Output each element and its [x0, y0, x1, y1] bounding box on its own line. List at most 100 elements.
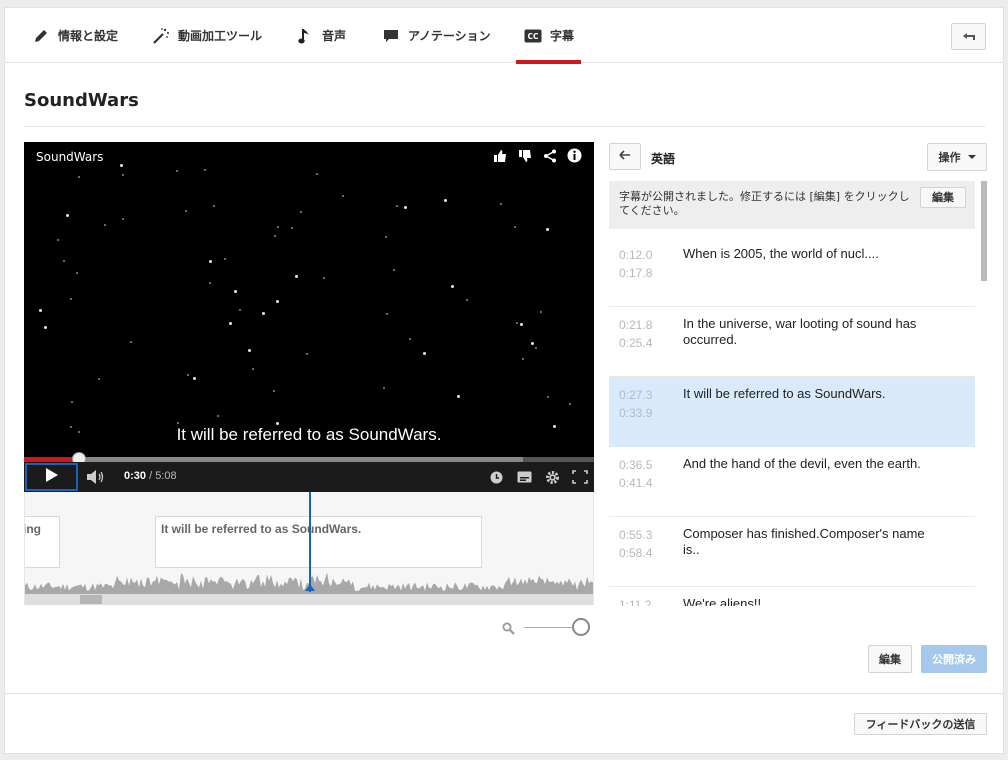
star — [176, 170, 178, 172]
cue-start: 0:36.5 — [619, 458, 653, 472]
caption-list[interactable]: 字幕が公開されました。修正するには [編集] をクリックしてください。 編集 0… — [609, 181, 991, 606]
settings-gear-icon[interactable] — [544, 469, 560, 485]
zoom-track — [524, 627, 579, 628]
star — [187, 374, 189, 376]
send-feedback-button[interactable]: フィードバックの送信 — [854, 713, 987, 735]
magic-wand-icon — [151, 26, 171, 46]
notice-edit-button[interactable]: 編集 — [920, 187, 966, 208]
cue-start: 0:12.0 — [619, 248, 653, 262]
player-controls: 0:30 / 5:08 — [24, 462, 594, 492]
star — [63, 260, 65, 262]
caption-row[interactable]: 0:21.8 0:25.4 In the universe, war looting… — [609, 307, 975, 377]
zoom-handle[interactable] — [572, 618, 590, 636]
caption-row[interactable]: 0:12.0 0:17.8 When is 2005, the world of n… — [609, 237, 975, 307]
star — [514, 226, 516, 228]
tab-enhancements[interactable]: 動画加工ツール — [151, 8, 262, 63]
cue-text: Composer has finished.Composer's name is… — [683, 526, 925, 557]
back-button[interactable] — [951, 23, 986, 50]
volume-icon[interactable] — [86, 469, 106, 489]
watch-later-icon[interactable] — [488, 469, 504, 485]
star — [234, 290, 237, 293]
cue-end: 0:33.9 — [619, 406, 653, 420]
tab-info-settings[interactable]: 情報と設定 — [31, 8, 118, 63]
share-icon[interactable] — [542, 148, 557, 163]
tab-label: 動画加工ツール — [178, 29, 263, 43]
tab-subtitles[interactable]: CC 字幕 — [515, 8, 582, 64]
star — [404, 206, 407, 209]
timeline-cursor-handle[interactable] — [305, 584, 315, 591]
cue-times: 0:21.8 0:25.4 — [619, 316, 652, 352]
cue-end: 0:25.4 — [619, 336, 653, 350]
star — [409, 338, 411, 340]
published-notice: 字幕が公開されました。修正するには [編集] をクリックしてください。 編集 — [609, 181, 975, 229]
tab-label: 字幕 — [550, 29, 575, 43]
star — [385, 236, 387, 238]
star — [546, 228, 549, 231]
return-arrow-icon — [962, 27, 976, 46]
actions-label: 操作 — [938, 151, 961, 164]
timeline-cursor[interactable] — [309, 492, 311, 592]
actions-dropdown[interactable]: 操作 — [927, 143, 987, 171]
play-icon — [45, 467, 59, 487]
video-player[interactable]: SoundWars It will be referred to as Soun… — [24, 142, 594, 492]
star — [224, 258, 226, 260]
pencil-icon — [31, 26, 51, 46]
cue-times: 1:11.2 — [619, 596, 651, 606]
published-button[interactable]: 公開済み — [921, 645, 987, 673]
star — [451, 285, 454, 288]
magnifier-icon — [502, 620, 515, 639]
star — [276, 300, 279, 303]
timeline-scrollbar[interactable] — [25, 594, 593, 605]
timeline-scroll-thumb[interactable] — [80, 595, 102, 604]
cue-end: 0:41.4 — [619, 476, 653, 490]
star — [78, 176, 80, 178]
star — [122, 218, 124, 220]
star — [547, 396, 549, 398]
star — [177, 422, 179, 424]
star — [71, 401, 73, 403]
star — [393, 269, 395, 271]
tab-label: 音声 — [322, 29, 347, 43]
thumbs-down-icon[interactable] — [517, 148, 532, 163]
play-button[interactable] — [25, 463, 78, 491]
caret-down-icon — [967, 155, 976, 159]
thumbs-up-icon[interactable] — [492, 148, 507, 163]
cue-start: 0:27.3 — [619, 388, 653, 402]
star — [291, 227, 293, 229]
tab-annotations[interactable]: アノテーション — [381, 8, 491, 63]
star — [76, 272, 78, 274]
caption-row[interactable]: 0:36.5 0:41.4 And the hand of the devil, e… — [609, 447, 975, 517]
zoom-slider[interactable] — [502, 617, 594, 639]
info-icon[interactable] — [567, 148, 582, 163]
tab-audio[interactable]: 音声 — [295, 8, 346, 63]
star — [229, 322, 232, 325]
caption-row[interactable]: 0:55.3 0:58.4 Composer has finished.Compos… — [609, 517, 975, 587]
star — [535, 347, 537, 349]
star — [300, 211, 302, 213]
star — [193, 377, 196, 380]
current-time: 0:30 — [124, 470, 147, 482]
star — [66, 214, 69, 217]
cue-text: We're aliens!! — [683, 596, 762, 606]
language-back-button[interactable] — [609, 143, 641, 170]
fullscreen-icon[interactable] — [572, 469, 588, 485]
caption-row[interactable]: 1:11.2 We're aliens!! — [609, 587, 975, 606]
star — [531, 342, 534, 345]
timeline-segment[interactable]: ing — [25, 516, 60, 568]
cue-times: 0:27.3 0:33.9 — [619, 386, 652, 422]
edit-button[interactable]: 編集 — [868, 645, 912, 673]
star — [277, 226, 279, 228]
cue-text: When is 2005, the world of nucl.... — [683, 246, 879, 261]
subtitles-icon[interactable] — [516, 469, 532, 485]
caption-timeline[interactable]: ing It will be referred to as SoundWars. — [24, 492, 594, 605]
svg-text:CC: CC — [527, 32, 539, 41]
star — [386, 313, 388, 315]
video-caption: It will be referred to as SoundWars. — [176, 425, 442, 444]
player-title[interactable]: SoundWars — [36, 150, 103, 164]
caption-row[interactable]: 0:27.3 0:33.9 It will be referred to as So… — [609, 377, 975, 447]
caption-list-scrollbar[interactable] — [981, 181, 987, 281]
star — [217, 415, 219, 417]
player-top-icons — [492, 148, 582, 163]
star — [383, 387, 385, 389]
timeline-segment[interactable]: It will be referred to as SoundWars. — [155, 516, 482, 568]
